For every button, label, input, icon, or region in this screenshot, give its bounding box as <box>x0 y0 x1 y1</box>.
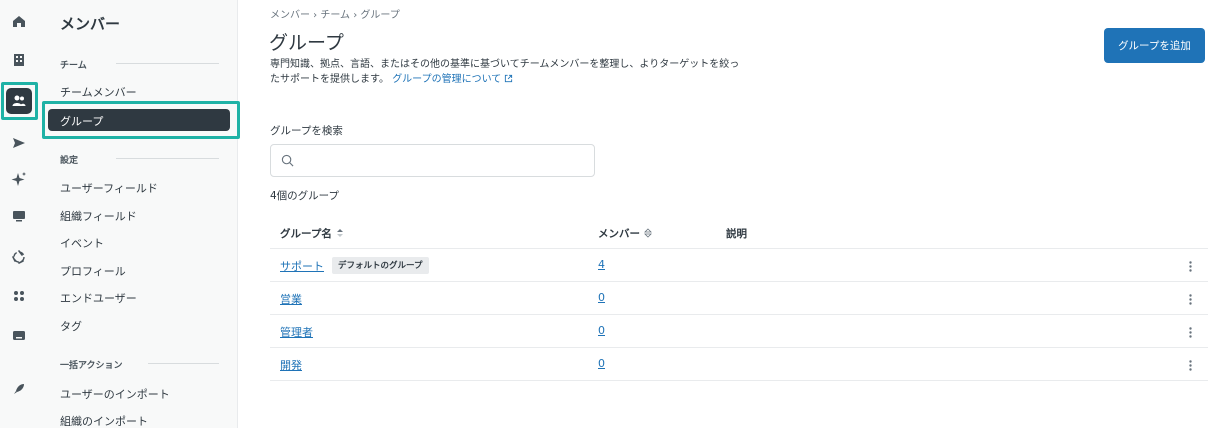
sparkle-icon[interactable] <box>8 168 30 190</box>
external-link-icon <box>505 74 513 83</box>
monitor-icon[interactable] <box>8 205 30 227</box>
search-icon <box>281 154 294 167</box>
table-row: サポート デフォルトのグループ 4 <box>270 249 1208 282</box>
table-row: 開発 0 <box>270 348 1208 381</box>
sidebar-item-profiles[interactable]: プロフィール <box>60 263 126 279</box>
column-header-description: 説明 <box>726 228 747 240</box>
sidebar-item-import-orgs[interactable]: 組織のインポート <box>60 413 148 428</box>
section-divider <box>116 63 219 64</box>
section-label-team: チーム <box>60 61 87 71</box>
sidebar-item-events[interactable]: イベント <box>60 235 104 251</box>
page-description: 専門知識、拠点、言語、またはその他の基準に基づいてチームメンバーを整理し、よりタ… <box>270 57 740 87</box>
group-name-link[interactable]: 営業 <box>280 291 302 307</box>
building-icon[interactable] <box>8 49 30 71</box>
more-vertical-icon <box>1188 293 1192 305</box>
more-vertical-icon <box>1188 359 1192 371</box>
group-name-link[interactable]: 管理者 <box>280 324 313 340</box>
recycle-icon[interactable] <box>8 246 30 268</box>
more-vertical-icon <box>1188 260 1192 272</box>
learn-more-text: グループの管理について <box>392 74 502 85</box>
home-icon[interactable] <box>8 10 30 32</box>
sort-ascending-icon <box>336 229 343 237</box>
sort-icon <box>644 228 652 238</box>
sidebar-item-team-members[interactable]: チームメンバー <box>60 84 137 100</box>
grid-icon[interactable] <box>8 285 30 307</box>
member-count-link[interactable]: 0 <box>598 357 605 370</box>
group-name-link[interactable]: 開発 <box>280 357 302 373</box>
section-label-settings: 設定 <box>60 156 79 166</box>
column-name-label: グループ名 <box>280 228 332 240</box>
groups-item-highlight <box>42 101 240 139</box>
sidebar-item-import-users[interactable]: ユーザーのインポート <box>60 386 170 402</box>
search-input[interactable] <box>301 151 586 171</box>
column-header-members[interactable]: メンバー <box>598 226 652 241</box>
column-members-label: メンバー <box>598 228 640 240</box>
member-count-link[interactable]: 0 <box>598 291 605 304</box>
member-count-link[interactable]: 0 <box>598 324 605 337</box>
member-count-link[interactable]: 4 <box>598 258 605 271</box>
search-field[interactable] <box>270 144 595 177</box>
row-menu-button[interactable] <box>1182 357 1198 373</box>
sidebar-item-org-fields[interactable]: 組織フィールド <box>60 208 137 224</box>
group-count: 4個のグループ <box>270 190 340 202</box>
table-row: 営業 0 <box>270 282 1208 315</box>
section-divider <box>116 158 219 159</box>
section-divider <box>148 363 219 364</box>
groups-table: グループ名 メンバー 説明 サポート デフォルトのグループ 4 営業 0 管理者… <box>270 217 1208 381</box>
people-icon-highlight <box>1 82 38 120</box>
column-header-name[interactable]: グループ名 <box>280 226 344 241</box>
subnav-title: メンバー <box>60 15 121 33</box>
breadcrumb: メンバー › チーム › グループ <box>270 10 400 21</box>
row-menu-button[interactable] <box>1182 291 1198 307</box>
inbox-icon[interactable] <box>8 324 30 346</box>
more-vertical-icon <box>1188 326 1192 338</box>
send-icon[interactable] <box>8 132 30 154</box>
sidebar-item-tags[interactable]: タグ <box>60 318 82 334</box>
add-group-button[interactable]: グループを追加 <box>1104 28 1205 63</box>
section-label-bulk-actions: 一括アクション <box>60 361 123 371</box>
search-label: グループを検索 <box>270 125 343 137</box>
table-row: 管理者 0 <box>270 315 1208 348</box>
rocket-icon[interactable] <box>8 378 30 400</box>
row-menu-button[interactable] <box>1182 258 1198 274</box>
group-name-link[interactable]: サポート <box>280 258 324 274</box>
row-menu-button[interactable] <box>1182 324 1198 340</box>
sidebar-item-user-fields[interactable]: ユーザーフィールド <box>60 180 158 196</box>
default-group-badge: デフォルトのグループ <box>332 257 429 274</box>
learn-more-link[interactable]: グループの管理について <box>392 74 513 85</box>
page-title: グループ <box>269 32 344 54</box>
sidebar-item-end-users[interactable]: エンドユーザー <box>60 290 137 306</box>
icon-rail <box>0 0 38 428</box>
table-header: グループ名 メンバー 説明 <box>270 217 1208 249</box>
members-subnav: メンバー チーム チームメンバー グループ 設定 ユーザーフィールド 組織フィー… <box>38 0 240 428</box>
